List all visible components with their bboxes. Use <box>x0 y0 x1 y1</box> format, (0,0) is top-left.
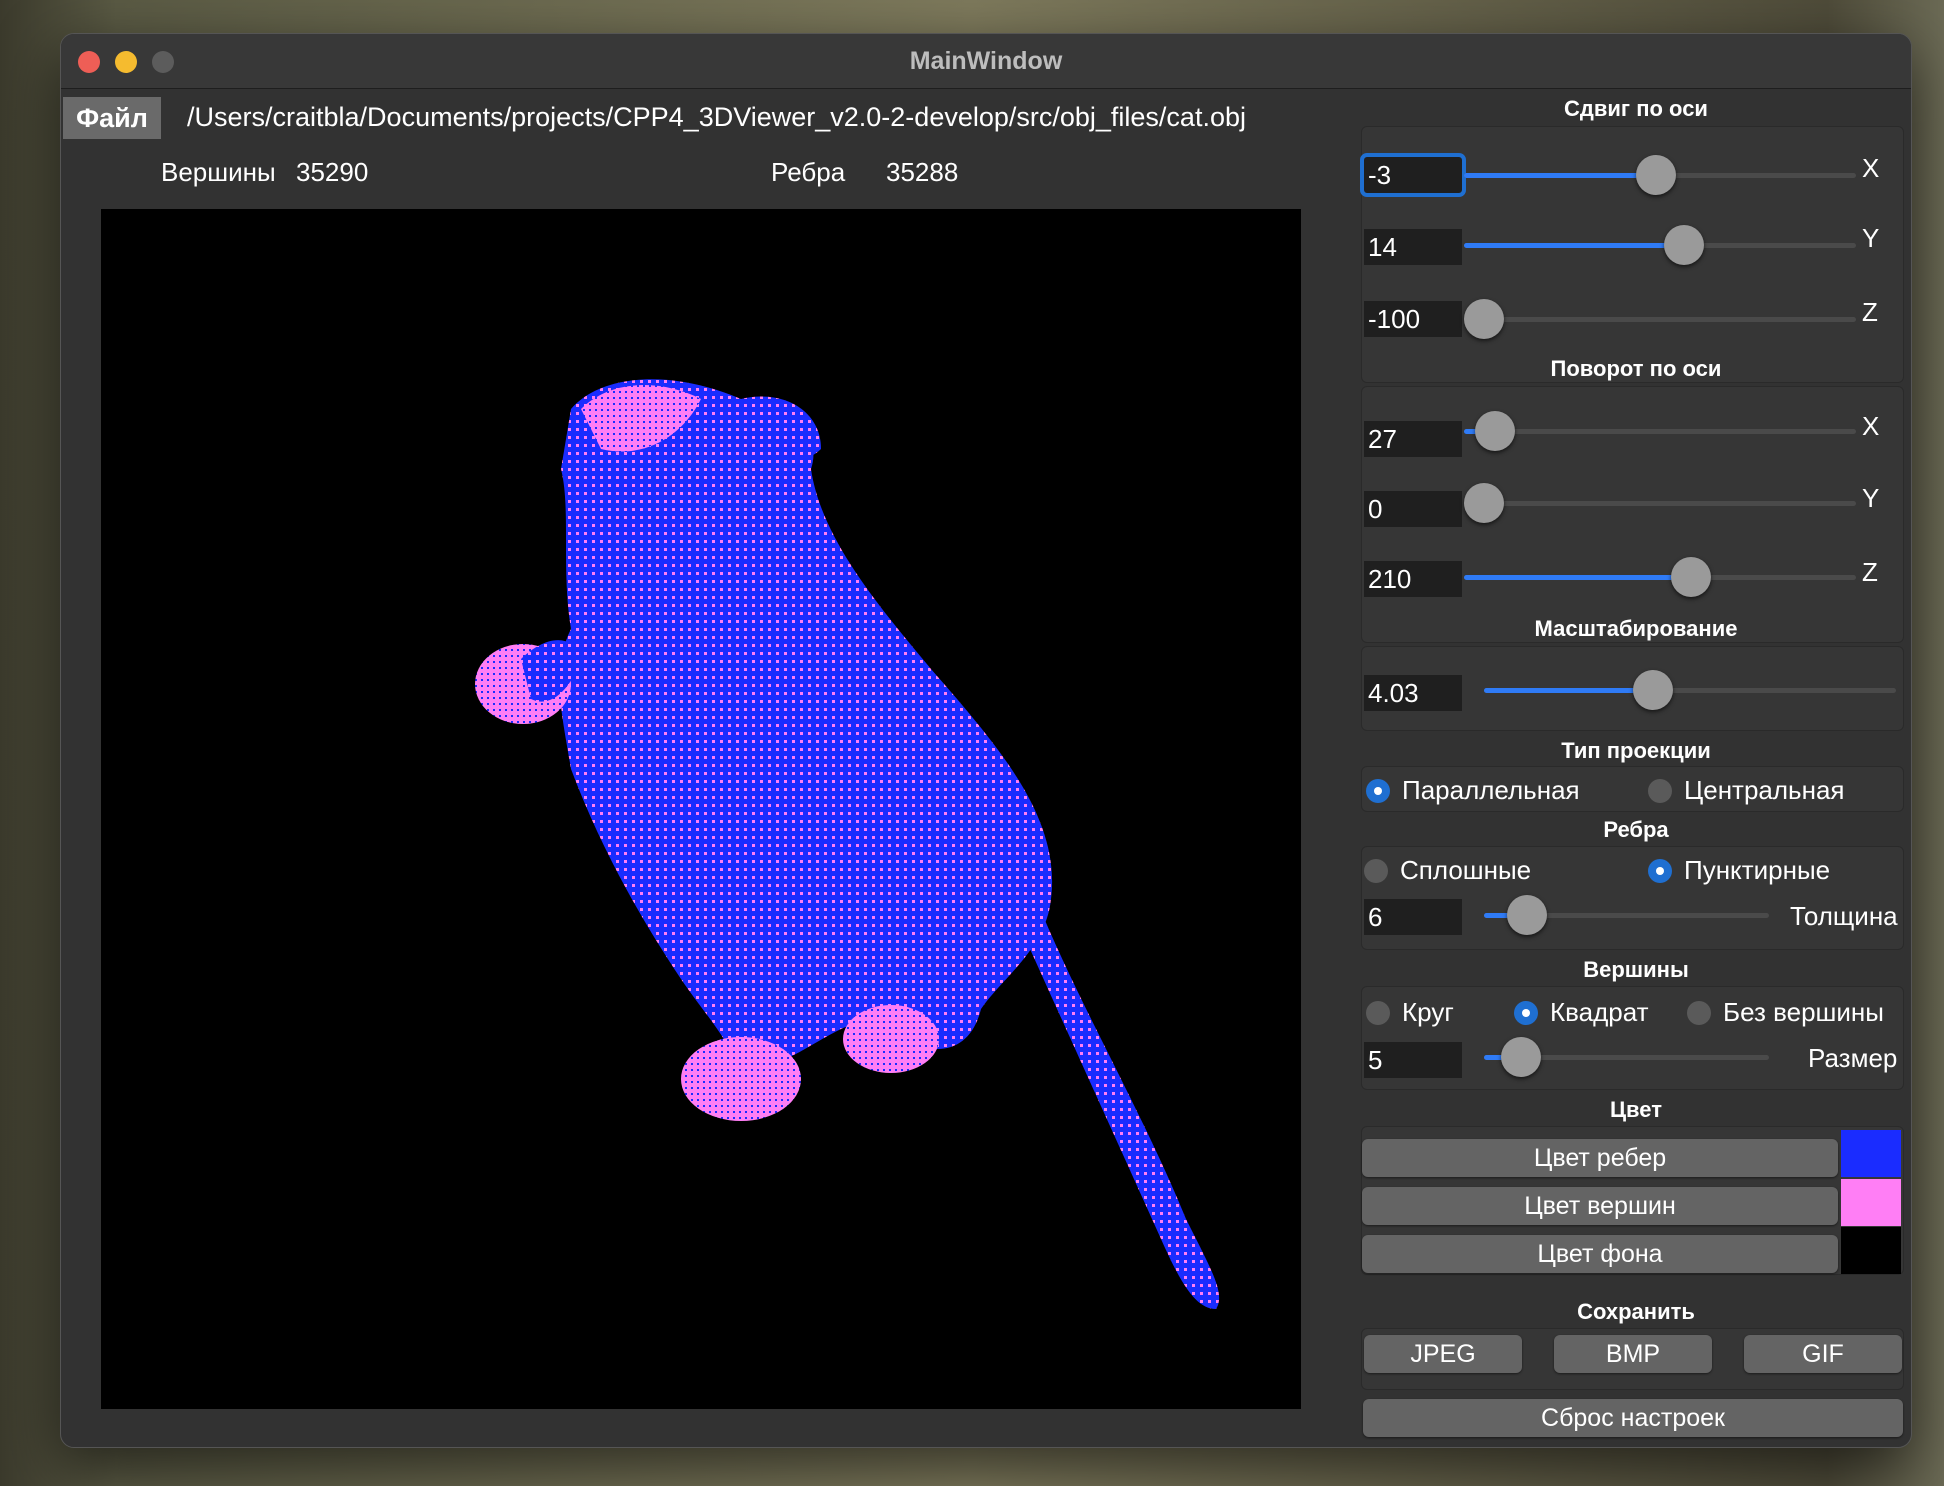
edges-count-label: Ребра <box>771 157 846 187</box>
scale-input[interactable]: 4.03 <box>1364 675 1462 711</box>
vertices-circle-radio[interactable]: Круг <box>1366 997 1454 1028</box>
translate-y-slider-handle[interactable] <box>1663 225 1704 265</box>
color-section-title: Цвет <box>1609 1097 1663 1122</box>
save-jpeg-button[interactable]: JPEG <box>1364 1335 1522 1373</box>
scale-group: 4.03 <box>1361 646 1904 731</box>
projection-parallel-radio[interactable]: Параллельная <box>1366 775 1580 806</box>
cat-model-render <box>475 379 1220 1309</box>
vertex-color-button[interactable]: Цвет вершин <box>1362 1187 1838 1225</box>
edges-thickness-slider[interactable] <box>1484 895 1769 935</box>
edges-solid-radio[interactable]: Сплошные <box>1364 855 1531 886</box>
edges-solid-label: Сплошные <box>1400 855 1532 885</box>
translate-z-slider-handle[interactable] <box>1464 299 1504 339</box>
vertices-none-label: Без вершины <box>1723 997 1884 1027</box>
color-group: Цвет ребер Цвет вершин Цвет фона <box>1361 1126 1904 1275</box>
reset-settings-button[interactable]: Сброс настроек <box>1363 1399 1903 1437</box>
rotate-group: 27 X 0 Y 210 Z <box>1361 386 1904 643</box>
vertices-size-slider-handle[interactable] <box>1501 1037 1542 1077</box>
edges-thickness-slider-handle[interactable] <box>1506 895 1547 935</box>
translate-z-input[interactable]: -100 <box>1364 301 1462 337</box>
projection-section-title: Тип проекции <box>1561 738 1711 763</box>
edges-dashed-label: Пунктирные <box>1684 855 1831 885</box>
vertices-none-radio[interactable]: Без вершины <box>1687 997 1884 1028</box>
translate-z-slider[interactable] <box>1464 299 1856 339</box>
rotate-y-input[interactable]: 0 <box>1364 491 1462 527</box>
projection-central-label: Центральная <box>1684 775 1845 805</box>
save-gif-button[interactable]: GIF <box>1744 1335 1902 1373</box>
vertices-square-label: Квадрат <box>1550 997 1649 1027</box>
projection-parallel-label: Параллельная <box>1402 775 1580 805</box>
save-section-title: Сохранить <box>1577 1299 1695 1324</box>
rotate-z-slider-handle[interactable] <box>1671 557 1712 597</box>
vertices-section-title: Вершины <box>1583 957 1689 982</box>
vertices-size-slider[interactable] <box>1484 1037 1769 1077</box>
file-menu[interactable]: Файл <box>63 97 161 139</box>
vertices-size-input[interactable]: 5 <box>1364 1042 1462 1078</box>
translate-z-axis-label: Z <box>1862 297 1878 327</box>
vertices-none-radio-dot <box>1687 1000 1711 1025</box>
projection-parallel-radio-dot <box>1366 778 1390 803</box>
vertices-square-radio[interactable]: Квадрат <box>1514 997 1649 1028</box>
title-bar: MainWindow <box>61 34 1911 89</box>
projection-central-radio[interactable]: Центральная <box>1648 775 1845 806</box>
save-bmp-button[interactable]: BMP <box>1554 1335 1712 1373</box>
window-title: MainWindow <box>909 47 1063 75</box>
translate-group: -3 X 14 Y -100 Z <box>1360 126 1904 383</box>
rotate-x-slider[interactable] <box>1464 411 1856 451</box>
scale-slider[interactable] <box>1484 670 1896 710</box>
rotate-x-axis-label: X <box>1862 411 1880 441</box>
rotate-z-input[interactable]: 210 <box>1364 561 1462 597</box>
edges-group: Сплошные Пунктирные 6 Толщина <box>1361 846 1904 950</box>
translate-x-slider[interactable] <box>1464 155 1856 195</box>
rotate-z-slider[interactable] <box>1464 557 1856 597</box>
projection-group: Параллельная Центральная <box>1361 766 1904 812</box>
projection-central-radio-dot <box>1648 778 1672 803</box>
vertices-size-label: Размер <box>1808 1043 1898 1073</box>
edges-thickness-input[interactable]: 6 <box>1364 899 1462 935</box>
rotate-y-slider[interactable] <box>1464 483 1856 523</box>
scale-section-title: Масштабирование <box>1534 616 1738 641</box>
translate-x-slider-handle[interactable] <box>1636 155 1677 195</box>
main-window: MainWindow Файл /Users/craitbla/Document… <box>60 33 1912 1448</box>
translate-y-axis-label: Y <box>1862 223 1880 253</box>
edge-color-button[interactable]: Цвет ребер <box>1362 1139 1838 1177</box>
edges-dashed-radio[interactable]: Пунктирные <box>1648 855 1830 886</box>
edges-thickness-label: Толщина <box>1790 901 1898 931</box>
rotate-y-axis-label: Y <box>1862 483 1880 513</box>
background-color-swatch[interactable] <box>1841 1227 1901 1274</box>
background-color-button[interactable]: Цвет фона <box>1362 1235 1838 1273</box>
file-path: /Users/craitbla/Documents/projects/CPP4_… <box>187 102 1246 132</box>
scale-slider-handle[interactable] <box>1632 670 1673 710</box>
translate-y-input[interactable]: 14 <box>1364 229 1462 265</box>
translate-x-input[interactable]: -3 <box>1360 153 1466 197</box>
rotate-y-slider-handle[interactable] <box>1464 483 1504 523</box>
vertices-count-label: Вершины <box>161 157 276 187</box>
rotate-z-axis-label: Z <box>1862 557 1878 587</box>
rotate-section-title: Поворот по оси <box>1550 356 1722 381</box>
edges-dashed-radio-dot <box>1648 858 1672 883</box>
vertices-circle-radio-dot <box>1366 1000 1390 1025</box>
vertices-square-radio-dot <box>1514 1000 1538 1025</box>
translate-x-axis-label: X <box>1862 153 1880 183</box>
edge-color-swatch[interactable] <box>1841 1130 1901 1177</box>
translate-section-title: Сдвиг по оси <box>1564 96 1708 121</box>
rotate-x-input[interactable]: 27 <box>1364 421 1462 457</box>
3d-viewport[interactable] <box>101 209 1301 1409</box>
save-group: JPEG BMP GIF <box>1361 1328 1904 1390</box>
edges-solid-radio-dot <box>1364 858 1388 883</box>
vertices-group: Круг Квадрат Без вершины 5 Размер <box>1361 986 1904 1090</box>
edges-count-value: 35288 <box>886 157 959 187</box>
vertices-circle-label: Круг <box>1402 997 1454 1027</box>
rotate-x-slider-handle[interactable] <box>1475 411 1516 451</box>
translate-y-slider[interactable] <box>1464 225 1856 265</box>
vertex-color-swatch[interactable] <box>1841 1179 1901 1226</box>
vertices-count-value: 35290 <box>296 157 369 187</box>
edges-section-title: Ребра <box>1603 817 1669 842</box>
